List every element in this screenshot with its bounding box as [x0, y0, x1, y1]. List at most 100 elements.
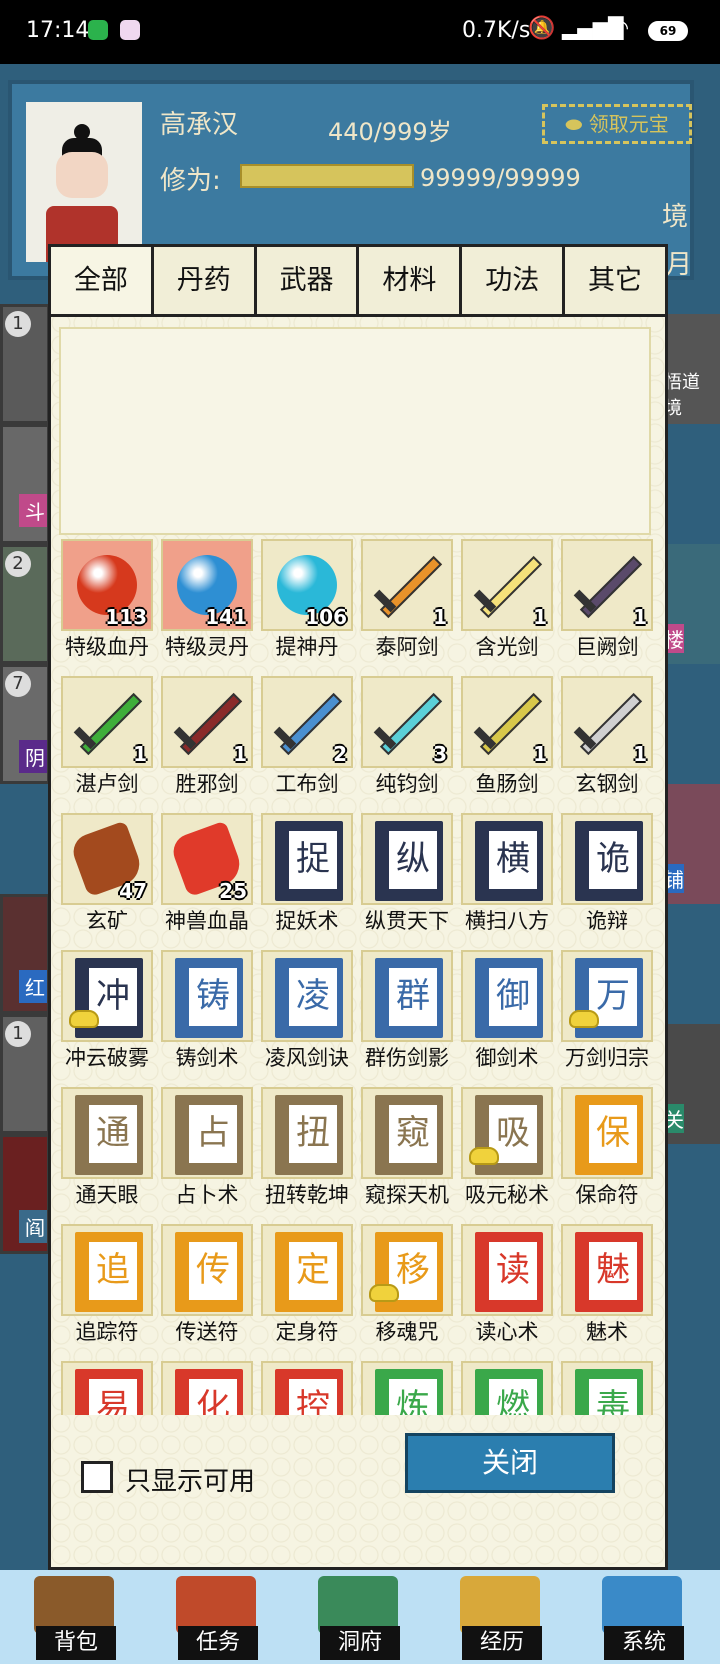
inventory-item[interactable]: 魅魅术 [553, 1224, 653, 1356]
item-name: 窥探天机 [365, 1183, 449, 1207]
inventory-item[interactable]: 141 特级灵丹 [153, 539, 253, 671]
item-scroll-area[interactable]: 113 特级血丹 141 特级灵丹 106 提神丹 1 泰阿剑 1 含光剑 1 巨阙剑 1 湛卢剑 1 胜邪剑… [51, 539, 665, 1415]
nav-bag[interactable]: 背包 [14, 1570, 134, 1664]
inventory-item[interactable]: 2 工布剑 [253, 676, 353, 808]
close-button[interactable]: 关闭 [405, 1433, 615, 1493]
only-usable-label: 只显示可用 [125, 1467, 256, 1497]
inventory-item[interactable]: 读读心术 [453, 1224, 553, 1356]
item-slot: 3 [361, 676, 453, 768]
inventory-item[interactable]: 106 提神丹 [253, 539, 353, 671]
map-card[interactable]: 铺 [660, 784, 720, 904]
inventory-item[interactable]: 窥窥探天机 [353, 1087, 453, 1219]
inventory-item[interactable]: 铸铸剑术 [153, 950, 253, 1082]
inventory-item[interactable]: 冲冲云破雾 [53, 950, 153, 1082]
nav-label: 洞府 [320, 1626, 400, 1660]
map-card[interactable]: 楼 [660, 544, 720, 664]
inventory-item[interactable]: 47 玄矿 [53, 813, 153, 945]
event-card[interactable]: 7阴 [0, 664, 50, 784]
inventory-item[interactable]: 万万剑归宗 [553, 950, 653, 1082]
item-count: 2 [333, 742, 347, 766]
technique-book-icon: 通 [75, 1095, 143, 1175]
tab-techniques[interactable]: 功法 [459, 247, 563, 314]
only-usable-toggle[interactable]: 只显示可用 [81, 1457, 281, 1497]
tab-all[interactable]: 全部 [51, 247, 151, 314]
inventory-item[interactable]: 追追踪符 [53, 1224, 153, 1356]
technique-book-icon: 窥 [375, 1095, 443, 1175]
event-card[interactable]: 斗 [0, 424, 50, 544]
event-card[interactable]: 1 [0, 304, 50, 424]
inventory-item[interactable]: 横横扫八方 [453, 813, 553, 945]
inventory-item[interactable]: 御御剑术 [453, 950, 553, 1082]
inventory-item[interactable]: 炼 [353, 1361, 453, 1415]
bottom-nav: 背包 任务 洞府 经历 系统 [0, 1570, 720, 1664]
inventory-item[interactable]: 移移魂咒 [353, 1224, 453, 1356]
inventory-item[interactable]: 扭扭转乾坤 [253, 1087, 353, 1219]
event-card[interactable]: 阎 [0, 1134, 50, 1254]
inventory-item[interactable]: 定定身符 [253, 1224, 353, 1356]
inventory-item[interactable]: 保保命符 [553, 1087, 653, 1219]
inventory-item[interactable]: 1 巨阙剑 [553, 539, 653, 671]
item-name: 特级血丹 [65, 635, 149, 659]
item-slot: 保 [561, 1087, 653, 1179]
inventory-item[interactable]: 3 纯钧剑 [353, 676, 453, 808]
tab-weapons[interactable]: 武器 [253, 247, 357, 314]
claim-ingot-button[interactable]: ⬬ 领取元宝 [542, 104, 692, 144]
inventory-item[interactable]: 占占卜术 [153, 1087, 253, 1219]
inventory-item[interactable]: 传传送符 [153, 1224, 253, 1356]
event-card[interactable]: 2 [0, 544, 50, 664]
inventory-item[interactable]: 1 泰阿剑 [353, 539, 453, 671]
inventory-item[interactable]: 控 [253, 1361, 353, 1415]
item-name: 扭转乾坤 [265, 1183, 349, 1207]
item-slot: 移 [361, 1224, 453, 1316]
event-card[interactable]: 红 [0, 894, 50, 1014]
inventory-item[interactable]: 1 鱼肠剑 [453, 676, 553, 808]
book-glyph: 定 [289, 1242, 337, 1300]
nav-cave[interactable]: 洞府 [298, 1570, 418, 1664]
event-card[interactable]: 1 [0, 1014, 50, 1134]
item-slot: 1 [561, 539, 653, 631]
inventory-item[interactable]: 25 神兽血晶 [153, 813, 253, 945]
inventory-item[interactable]: 1 胜邪剑 [153, 676, 253, 808]
book-glyph: 燃 [489, 1379, 537, 1415]
inventory-item[interactable]: 毒 [553, 1361, 653, 1415]
inventory-item[interactable]: 凌凌风剑诀 [253, 950, 353, 1082]
inventory-item[interactable]: 113 特级血丹 [53, 539, 153, 671]
only-usable-checkbox[interactable] [81, 1461, 113, 1493]
nav-system[interactable]: 系统 [582, 1570, 702, 1664]
item-name: 玄钢剑 [575, 772, 639, 796]
item-name: 占卜术 [175, 1183, 239, 1207]
tab-pills[interactable]: 丹药 [150, 247, 254, 314]
inventory-item[interactable]: 1 含光剑 [453, 539, 553, 671]
nav-label: 任务 [178, 1626, 258, 1660]
book-glyph: 占 [189, 1105, 237, 1163]
tab-materials[interactable]: 材料 [356, 247, 460, 314]
inventory-item[interactable]: 通通天眼 [53, 1087, 153, 1219]
item-name: 特级灵丹 [165, 635, 249, 659]
book-glyph: 读 [489, 1242, 537, 1300]
nav-history[interactable]: 经历 [440, 1570, 560, 1664]
avatar[interactable] [26, 102, 142, 262]
book-glyph: 诡 [589, 831, 637, 889]
map-card[interactable]: 关 [660, 1024, 720, 1144]
inventory-item[interactable]: 1 玄钢剑 [553, 676, 653, 808]
book-glyph: 凌 [289, 968, 337, 1026]
inventory-item[interactable]: 1 湛卢剑 [53, 676, 153, 808]
item-name: 含光剑 [475, 635, 539, 659]
inventory-item[interactable]: 捉捉妖术 [253, 813, 353, 945]
player-age: 440/999岁 [328, 118, 452, 146]
tab-others[interactable]: 其它 [562, 247, 665, 314]
nav-tasks[interactable]: 任务 [156, 1570, 276, 1664]
item-name: 工布剑 [275, 772, 339, 796]
item-name: 铸剑术 [175, 1046, 239, 1070]
inventory-item[interactable]: 群群伤剑影 [353, 950, 453, 1082]
inventory-item[interactable]: 吸吸元秘术 [453, 1087, 553, 1219]
inventory-item[interactable]: 诡诡辩 [553, 813, 653, 945]
map-card[interactable]: 悟道 境 [660, 314, 720, 424]
inventory-item[interactable]: 易 [53, 1361, 153, 1415]
item-name: 纵贯天下 [365, 909, 449, 933]
item-count: 106 [305, 605, 347, 629]
item-count: 1 [633, 742, 647, 766]
inventory-item[interactable]: 化 [153, 1361, 253, 1415]
inventory-item[interactable]: 纵纵贯天下 [353, 813, 453, 945]
inventory-item[interactable]: 燃 [453, 1361, 553, 1415]
